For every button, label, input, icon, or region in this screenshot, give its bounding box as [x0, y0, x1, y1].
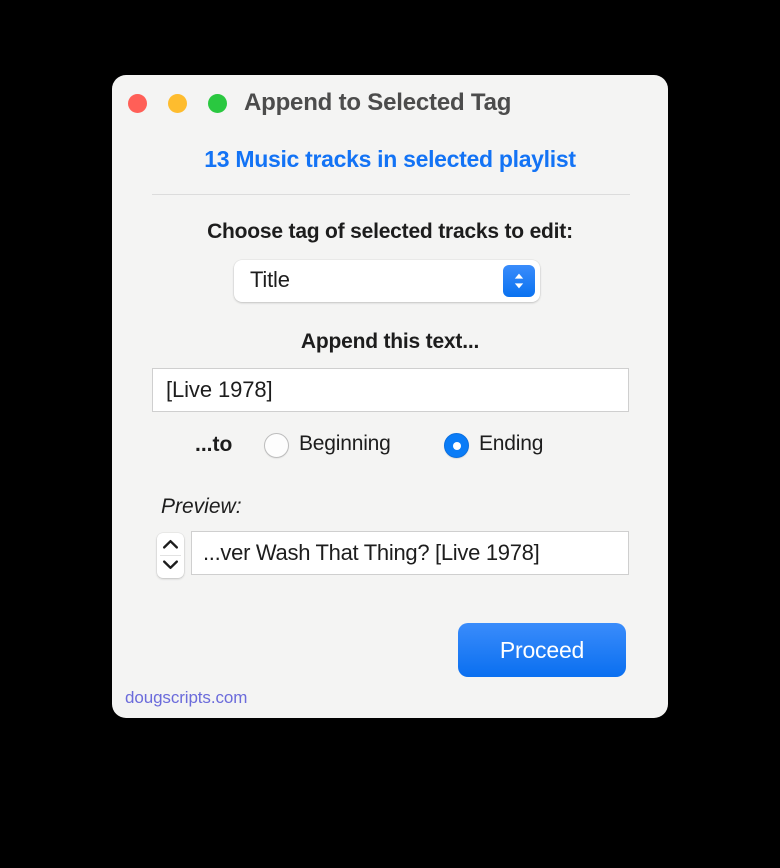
chevron-up-down-icon[interactable]: [503, 265, 535, 297]
chevron-up-icon: [163, 540, 178, 549]
playlist-track-count-headline: 13 Music tracks in selected playlist: [204, 146, 576, 172]
dougscripts-link[interactable]: dougscripts.com: [125, 688, 247, 708]
append-text-input[interactable]: [Live 1978]: [152, 368, 629, 412]
preview-label: Preview:: [161, 495, 242, 518]
preview-output-field[interactable]: ...ver Wash That Thing? [Live 1978]: [191, 531, 629, 575]
append-text-input-value: [Live 1978]: [166, 377, 273, 402]
close-window-button[interactable]: [128, 94, 147, 113]
preview-output-value: ...ver Wash That Thing? [Live 1978]: [203, 540, 540, 565]
header-divider: [152, 194, 630, 195]
tag-popup-button[interactable]: Title: [234, 260, 540, 302]
choose-tag-label: Choose tag of selected tracks to edit:: [207, 220, 573, 243]
append-text-label: Append this text...: [300, 330, 480, 353]
tag-popup-selected-value: Title: [250, 267, 290, 292]
stepper-divider: [160, 555, 181, 556]
append-position-row: ...to Beginning Ending: [112, 429, 668, 463]
radio-label-beginning: Beginning: [299, 432, 391, 455]
proceed-button[interactable]: Proceed: [458, 623, 626, 677]
preview-stepper[interactable]: [157, 533, 184, 578]
maximize-window-button[interactable]: [208, 94, 227, 113]
radio-button-beginning[interactable]: [264, 433, 289, 458]
window-titlebar: Append to Selected Tag: [112, 75, 668, 131]
append-position-label: ...to: [195, 433, 233, 456]
chevron-down-icon: [163, 560, 178, 569]
radio-label-ending: Ending: [479, 432, 544, 455]
dialog-window: Append to Selected Tag 13 Music tracks i…: [112, 75, 668, 718]
window-title: Append to Selected Tag: [244, 89, 512, 116]
minimize-window-button[interactable]: [168, 94, 187, 113]
radio-button-ending[interactable]: [444, 433, 469, 458]
